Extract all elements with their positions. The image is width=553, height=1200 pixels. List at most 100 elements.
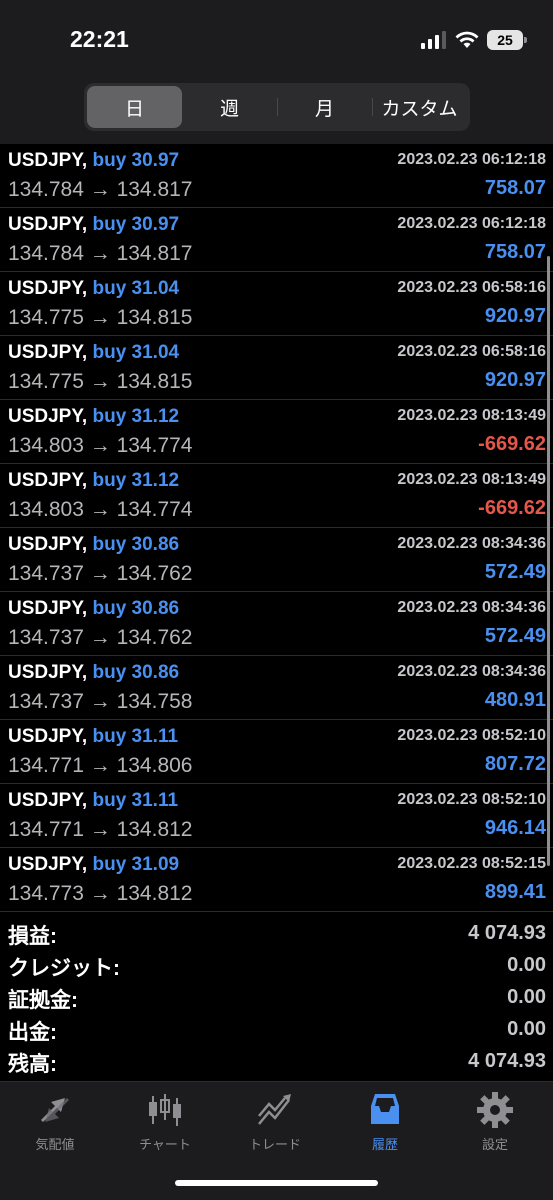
trade-side-volume: buy 30.97: [92, 150, 180, 171]
trade-symbol: USDJPY,: [8, 598, 88, 619]
trade-time: 2023.02.23 08:13:49: [397, 407, 546, 424]
quotes-icon: [41, 1098, 69, 1122]
trade-symbol: USDJPY,: [8, 726, 88, 747]
trade-side-volume: buy 30.86: [92, 534, 180, 555]
tab-chart[interactable]: チャート: [110, 1090, 220, 1153]
trade-prices: 134.775 → 134.815: [8, 306, 193, 329]
trade-prices: 134.737 → 134.762: [8, 626, 193, 649]
trade-time: 2023.02.23 08:34:36: [397, 535, 546, 552]
segment-day[interactable]: 日: [87, 86, 182, 128]
summary-label: 損益:: [8, 925, 57, 948]
trade-title: USDJPY, buy 31.11: [8, 790, 178, 812]
history-icon: [371, 1094, 399, 1124]
trade-prices: 134.773 → 134.812: [8, 882, 193, 905]
tab-trade[interactable]: トレード: [220, 1090, 330, 1153]
summary-value: 0.00: [507, 986, 546, 1008]
trade-title: USDJPY, buy 31.09: [8, 854, 179, 876]
trade-row[interactable]: USDJPY, buy 30.86 2023.02.23 08:34:36 134.…: [0, 592, 553, 656]
tab-history[interactable]: 履歴: [330, 1090, 440, 1153]
segment-month[interactable]: 月: [277, 86, 372, 128]
summary-value: 0.00: [507, 954, 546, 976]
trade-profit: 899.41: [484, 881, 546, 903]
trade-row[interactable]: USDJPY, buy 31.09 2023.02.23 08:52:15 134.…: [0, 848, 553, 912]
tab-label: トレード: [248, 1137, 301, 1152]
trade-time: 2023.02.23 08:52:10: [397, 727, 546, 744]
trade-time: 2023.02.23 06:58:16: [397, 279, 546, 296]
trade-time: 2023.02.23 08:13:49: [397, 471, 546, 488]
battery-level: 25: [497, 32, 513, 48]
trade-profit: 758.07: [484, 177, 546, 199]
chart-icon: [149, 1094, 181, 1126]
trade-time: 2023.02.23 08:52:15: [397, 855, 546, 872]
tab-settings[interactable]: 設定: [440, 1090, 550, 1153]
summary-label: 出金:: [8, 1021, 57, 1044]
trade-side-volume: buy 31.12: [92, 406, 180, 427]
summary-label: 証拠金:: [8, 989, 78, 1012]
trade-side-volume: buy 31.09: [92, 854, 180, 875]
trade-symbol: USDJPY,: [8, 214, 88, 235]
trade-side-volume: buy 31.04: [92, 278, 180, 299]
trade-title: USDJPY, buy 31.12: [8, 470, 179, 492]
trade-symbol: USDJPY,: [8, 662, 88, 683]
trade-profit: 807.72: [484, 753, 546, 775]
scrollbar[interactable]: [547, 256, 550, 866]
trade-title: USDJPY, buy 30.86: [8, 662, 179, 684]
status-bar: 22:21 25: [0, 0, 553, 80]
summary-row-withdrawal: 出金: 0.00: [0, 1014, 553, 1046]
trade-title: USDJPY, buy 30.97: [8, 150, 179, 172]
trade-side-volume: buy 30.86: [92, 662, 180, 683]
trade-row[interactable]: USDJPY, buy 31.11 2023.02.23 08:52:10 134.…: [0, 720, 553, 784]
trade-title: USDJPY, buy 31.04: [8, 342, 179, 364]
trade-title: USDJPY, buy 30.86: [8, 598, 179, 620]
battery-icon: 25: [487, 30, 527, 50]
summary-value: 4 074.93: [468, 922, 546, 944]
trade-time: 2023.02.23 08:52:10: [397, 791, 546, 808]
trade-prices: 134.784 → 134.817: [8, 178, 193, 201]
trade-row[interactable]: USDJPY, buy 31.04 2023.02.23 06:58:16 134.…: [0, 272, 553, 336]
wifi-icon: [455, 31, 479, 48]
summary-label: クレジット:: [8, 957, 120, 980]
tab-quotes[interactable]: 気配値: [0, 1090, 110, 1153]
trade-row[interactable]: USDJPY, buy 30.86 2023.02.23 08:34:36 134.…: [0, 656, 553, 720]
trade-row[interactable]: USDJPY, buy 30.86 2023.02.23 08:34:36 134.…: [0, 528, 553, 592]
status-icons: 25: [421, 30, 527, 50]
trade-side-volume: buy 31.11: [92, 790, 179, 811]
summary-row-credit: クレジット: 0.00: [0, 950, 553, 982]
tab-label: チャート: [139, 1137, 191, 1152]
trade-symbol: USDJPY,: [8, 150, 88, 171]
trade-profit: -669.62: [478, 497, 546, 519]
trade-time: 2023.02.23 08:34:36: [397, 663, 546, 680]
trade-symbol: USDJPY,: [8, 278, 88, 299]
trade-profit: 946.14: [484, 817, 546, 839]
trade-row[interactable]: USDJPY, buy 31.12 2023.02.23 08:13:49 134.…: [0, 464, 553, 528]
trade-side-volume: buy 30.97: [92, 214, 180, 235]
trade-row[interactable]: USDJPY, buy 31.12 2023.02.23 08:13:49 134.…: [0, 400, 553, 464]
trade-title: USDJPY, buy 30.97: [8, 214, 179, 236]
trade-time: 2023.02.23 06:58:16: [397, 343, 546, 360]
trade-prices: 134.771 → 134.812: [8, 818, 193, 841]
trade-profit: 920.97: [484, 369, 546, 391]
segment-custom[interactable]: カスタム: [372, 86, 467, 128]
trade-profit: 480.91: [484, 689, 546, 711]
tab-label: 気配値: [35, 1137, 75, 1152]
trade-history-list: USDJPY, buy 30.97 2023.02.23 06:12:18 134.…: [0, 144, 553, 912]
trade-side-volume: buy 31.12: [92, 470, 180, 491]
trade-profit: -669.62: [478, 433, 546, 455]
segment-week[interactable]: 週: [182, 86, 277, 128]
trade-prices: 134.737 → 134.762: [8, 562, 193, 585]
trade-row[interactable]: USDJPY, buy 31.04 2023.02.23 06:58:16 134.…: [0, 336, 553, 400]
summary-value: 0.00: [507, 1018, 546, 1040]
trade-row[interactable]: USDJPY, buy 31.11 2023.02.23 08:52:10 134.…: [0, 784, 553, 848]
account-summary: 損益: 4 074.93 クレジット: 0.00 証拠金: 0.00 出金: 0…: [0, 918, 553, 1078]
trade-symbol: USDJPY,: [8, 342, 88, 363]
trade-symbol: USDJPY,: [8, 854, 88, 875]
summary-label: 残高:: [8, 1053, 57, 1076]
trade-row[interactable]: USDJPY, buy 30.97 2023.02.23 06:12:18 134.…: [0, 208, 553, 272]
tab-label: 履歴: [371, 1137, 398, 1152]
trade-prices: 134.784 → 134.817: [8, 242, 193, 265]
tab-label: 設定: [481, 1137, 508, 1152]
trade-symbol: USDJPY,: [8, 790, 88, 811]
trade-row[interactable]: USDJPY, buy 30.97 2023.02.23 06:12:18 134.…: [0, 144, 553, 208]
trade-title: USDJPY, buy 30.86: [8, 534, 179, 556]
trade-symbol: USDJPY,: [8, 534, 88, 555]
